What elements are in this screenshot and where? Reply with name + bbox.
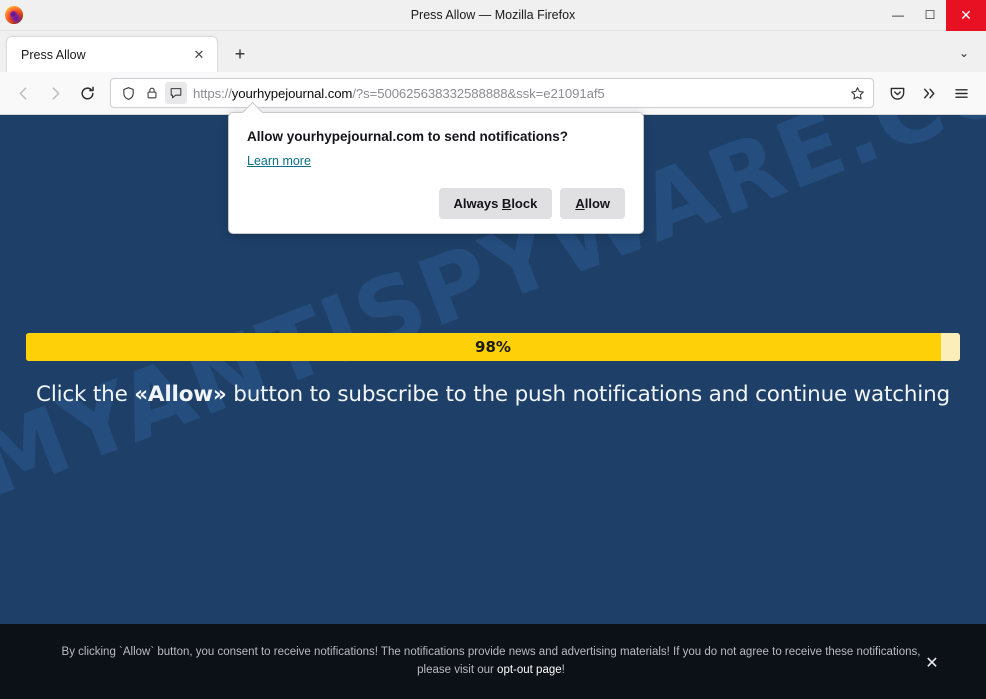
headline-after: button to subscribe to the push notifica… [226, 382, 950, 407]
url-text[interactable]: https://yourhypejournal.com/?s=500625638… [193, 86, 845, 101]
close-tab-icon[interactable]: ✕ [189, 45, 209, 65]
tab-label: Press Allow [21, 47, 86, 62]
url-path: /?s=500625638332588888&ssk=e21091af5 [352, 85, 605, 101]
consent-text-after: ! [561, 663, 565, 676]
learn-more-link[interactable]: Learn more [247, 154, 311, 168]
browser-tab[interactable]: Press Allow ✕ [6, 36, 218, 72]
list-all-tabs-icon[interactable]: ⌄ [950, 40, 978, 66]
block-label-pre: Always [453, 196, 502, 211]
consent-banner: By clicking `Allow` button, you consent … [0, 624, 986, 699]
lock-icon[interactable] [141, 82, 163, 104]
headline-emphasis: «Allow» [134, 382, 227, 407]
allow-label-post: llow [584, 196, 610, 211]
overflow-menu-icon[interactable] [914, 78, 944, 108]
window-title: Press Allow — Mozilla Firefox [410, 8, 576, 22]
permission-dialog-actions: Always Block Allow [247, 188, 625, 219]
tab-strip: Press Allow ✕ + ⌄ [0, 31, 986, 72]
block-accesskey: B [501, 196, 512, 211]
firefox-logo [5, 6, 23, 24]
close-window-button[interactable]: ✕ [946, 0, 986, 31]
always-block-button[interactable]: Always Block [438, 188, 553, 219]
opt-out-page-link[interactable]: opt-out page [497, 664, 562, 676]
shield-icon[interactable] [117, 82, 139, 104]
block-label-post: lock [511, 196, 538, 211]
notification-permission-icon[interactable] [165, 82, 187, 104]
allow-accesskey: A [575, 196, 585, 211]
new-tab-button[interactable]: + [224, 38, 256, 70]
forward-icon[interactable] [40, 78, 70, 108]
url-host: yourhypejournal.com [231, 85, 353, 101]
progress-bar: 98% [26, 333, 960, 361]
reload-icon[interactable] [72, 78, 102, 108]
allow-button[interactable]: Allow [560, 188, 625, 219]
page-headline: Click the «Allow» button to subscribe to… [0, 382, 986, 407]
back-icon[interactable] [8, 78, 38, 108]
identity-box [117, 82, 187, 104]
close-banner-icon[interactable]: ✕ [923, 655, 941, 673]
url-scheme: https:// [193, 85, 232, 101]
maximize-button[interactable]: ☐ [914, 0, 946, 31]
consent-banner-text: By clicking `Allow` button, you consent … [0, 644, 986, 680]
url-bar[interactable]: https://yourhypejournal.com/?s=500625638… [110, 78, 874, 108]
app-menu-icon[interactable] [946, 78, 976, 108]
permission-dialog-title: Allow yourhypejournal.com to send notifi… [247, 129, 569, 144]
bookmark-star-icon[interactable] [845, 81, 869, 105]
headline-before: Click the [36, 382, 135, 407]
title-bar: Press Allow — Mozilla Firefox — ☐ ✕ [0, 0, 986, 31]
pocket-icon[interactable] [882, 78, 912, 108]
consent-text-before: By clicking `Allow` button, you consent … [61, 645, 921, 676]
progress-percent-label: 98% [475, 338, 511, 356]
navigation-toolbar: https://yourhypejournal.com/?s=500625638… [0, 72, 986, 115]
window-controls: — ☐ ✕ [882, 0, 986, 31]
notification-permission-dialog: Allow yourhypejournal.com to send notifi… [228, 112, 644, 234]
minimize-button[interactable]: — [882, 0, 914, 31]
browser-window: Press Allow — Mozilla Firefox — ☐ ✕ Pres… [0, 0, 986, 699]
